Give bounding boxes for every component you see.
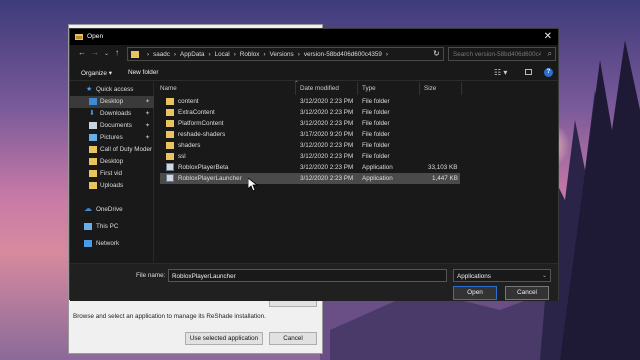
file-name-label: File name:: [136, 272, 166, 279]
open-file-dialog: Open ✕ ← → ⌄ ↑ › saadc › AppData › Local…: [69, 28, 560, 301]
recent-dropdown-icon[interactable]: ⌄: [104, 50, 109, 57]
file-row[interactable]: ssl 3/12/2020 2:23 PM File folder: [160, 151, 460, 162]
column-header-type[interactable]: Type: [358, 82, 420, 95]
help-icon[interactable]: ?: [544, 68, 553, 77]
chevron-down-icon[interactable]: ⌄: [172, 272, 443, 279]
nav-uploads[interactable]: Uploads: [70, 180, 154, 192]
pin-icon: ✦: [145, 99, 151, 105]
file-type-select[interactable]: Applications ⌄: [453, 269, 551, 282]
breadcrumb-item[interactable]: saadc: [153, 51, 170, 58]
folder-icon: [166, 109, 174, 116]
navigation-bar: ← → ⌄ ↑ › saadc › AppData › Local › Robl…: [70, 46, 558, 63]
nav-this-pc[interactable]: This PC: [70, 221, 154, 233]
breadcrumb-item[interactable]: Versions: [270, 51, 294, 58]
nav-desktop[interactable]: Desktop ✦: [70, 96, 154, 108]
use-selected-application-button[interactable]: Use selected application: [185, 332, 263, 345]
column-header-size[interactable]: Size: [420, 82, 462, 95]
computer-icon: [84, 223, 92, 230]
organize-button[interactable]: Organize ▾: [81, 69, 112, 77]
forward-arrow-icon[interactable]: →: [91, 48, 99, 57]
search-placeholder: Search version-58bd406d600c4...: [453, 51, 541, 58]
file-row[interactable]: content 3/12/2020 2:23 PM File folder: [160, 96, 460, 107]
nav-first-vid[interactable]: First vid: [70, 168, 154, 180]
refresh-icon[interactable]: ↻: [433, 49, 440, 58]
nav-desktop-folder[interactable]: Desktop: [70, 156, 154, 168]
pin-icon: ✦: [145, 135, 151, 141]
folder-icon: [89, 170, 97, 177]
new-folder-button[interactable]: New folder: [128, 69, 159, 76]
nav-downloads[interactable]: ⬇ Downloads ✦: [70, 108, 154, 120]
file-name-input[interactable]: RobloxPlayerLauncher ⌄: [168, 269, 447, 282]
folder-icon: [166, 120, 174, 127]
dialog-title: Open: [87, 33, 104, 40]
folder-icon: [166, 131, 174, 138]
star-icon: ★: [86, 86, 93, 93]
address-bar[interactable]: › saadc › AppData › Local › Roblox › Ver…: [127, 47, 444, 61]
breadcrumb-item[interactable]: version-58bd406d600c4359: [304, 51, 382, 58]
file-row[interactable]: ExtraContent 3/12/2020 2:23 PM File fold…: [160, 107, 460, 118]
folder-icon: [89, 182, 97, 189]
application-icon: [166, 163, 174, 171]
nav-documents[interactable]: Documents ✦: [70, 120, 154, 132]
network-icon: [84, 240, 92, 247]
preview-pane-icon[interactable]: [525, 69, 532, 75]
cancel-button[interactable]: Cancel: [505, 286, 549, 300]
cloud-icon: ☁: [84, 204, 92, 213]
breadcrumb-item[interactable]: AppData: [180, 51, 205, 58]
breadcrumb-item[interactable]: Local: [215, 51, 230, 58]
column-header-date[interactable]: Date modified: [296, 82, 358, 95]
pictures-icon: [89, 134, 97, 141]
search-icon: ⌕: [547, 49, 552, 58]
folder-icon: [166, 142, 174, 149]
folder-icon: [131, 51, 139, 58]
file-type-value: Applications: [457, 273, 491, 280]
close-icon[interactable]: ✕: [544, 31, 552, 42]
file-row[interactable]: PlatformContent 3/12/2020 2:23 PM File f…: [160, 118, 460, 129]
file-row[interactable]: shaders 3/12/2020 2:23 PM File folder: [160, 140, 460, 151]
dialog-footer: File name: RobloxPlayerLauncher ⌄ Applic…: [70, 263, 558, 301]
application-icon: [166, 174, 174, 182]
view-options-icon[interactable]: ☷ ▾: [494, 68, 507, 77]
file-row[interactable]: RobloxPlayerBeta 3/12/2020 2:23 PM Appli…: [160, 162, 460, 173]
app-icon: [75, 34, 83, 40]
open-button[interactable]: Open: [453, 286, 497, 300]
nav-call-of-duty[interactable]: Call of Duty Moder: [70, 144, 154, 156]
nav-network[interactable]: Network: [70, 238, 154, 250]
nav-quick-access[interactable]: ★ Quick access: [70, 84, 154, 96]
documents-icon: [89, 122, 97, 129]
command-bar: Organize ▾ New folder ☷ ▾ ?: [70, 64, 558, 81]
installer-cancel-button[interactable]: Cancel: [269, 332, 317, 345]
folder-icon: [89, 158, 97, 165]
breadcrumb-item[interactable]: Roblox: [240, 51, 260, 58]
folder-icon: [89, 146, 97, 153]
desktop-icon: [89, 98, 97, 105]
chevron-down-icon: ⌄: [541, 273, 547, 279]
navigation-pane: ★ Quick access Desktop ✦ ⬇ Downloads ✦ D…: [70, 82, 154, 262]
nav-pictures[interactable]: Pictures ✦: [70, 132, 154, 144]
nav-onedrive[interactable]: ☁ OneDrive: [70, 204, 154, 216]
breadcrumb: › saadc › AppData › Local › Roblox › Ver…: [147, 51, 388, 58]
title-bar: Open ✕: [70, 29, 558, 45]
folder-icon: [166, 98, 174, 105]
column-header-name[interactable]: Name: [156, 82, 296, 95]
up-arrow-icon[interactable]: ↑: [115, 48, 119, 57]
file-row-selected[interactable]: RobloxPlayerLauncher 3/12/2020 2:23 PM A…: [160, 173, 460, 184]
back-arrow-icon[interactable]: ←: [78, 48, 86, 57]
folder-icon: [166, 153, 174, 160]
file-row[interactable]: reshade-shaders 3/17/2020 9:20 PM File f…: [160, 129, 460, 140]
download-icon: ⬇: [89, 110, 95, 117]
pin-icon: ✦: [145, 111, 151, 117]
search-box[interactable]: Search version-58bd406d600c4... ⌕: [448, 47, 556, 61]
pin-icon: ✦: [145, 123, 151, 129]
installer-description: Browse and select an application to mana…: [73, 313, 266, 320]
mouse-cursor-icon: [248, 178, 258, 192]
file-list: Name ⌃ Date modified Type Size content 3…: [156, 81, 560, 262]
